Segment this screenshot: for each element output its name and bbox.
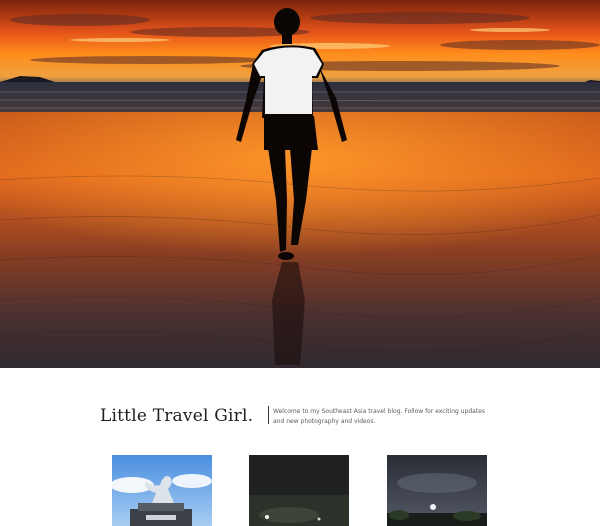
gallery-thumbnail-2[interactable] xyxy=(249,455,349,526)
gallery-thumbnail-3[interactable] xyxy=(387,455,487,526)
night-sea-photo xyxy=(387,455,487,526)
dragon-statue-photo xyxy=(112,455,212,526)
site-title[interactable]: Little Travel Girl. xyxy=(100,406,253,426)
site-tagline: Welcome to my Southeast Asia travel blog… xyxy=(273,408,486,425)
intro-section: Little Travel Girl. Welcome to my Southe… xyxy=(0,368,600,458)
title-divider xyxy=(268,406,269,424)
night-scene-photo xyxy=(249,455,349,526)
hero-image xyxy=(0,0,600,368)
gallery-thumbnail-1[interactable] xyxy=(112,455,212,526)
sunset-beach-photo xyxy=(0,0,600,368)
